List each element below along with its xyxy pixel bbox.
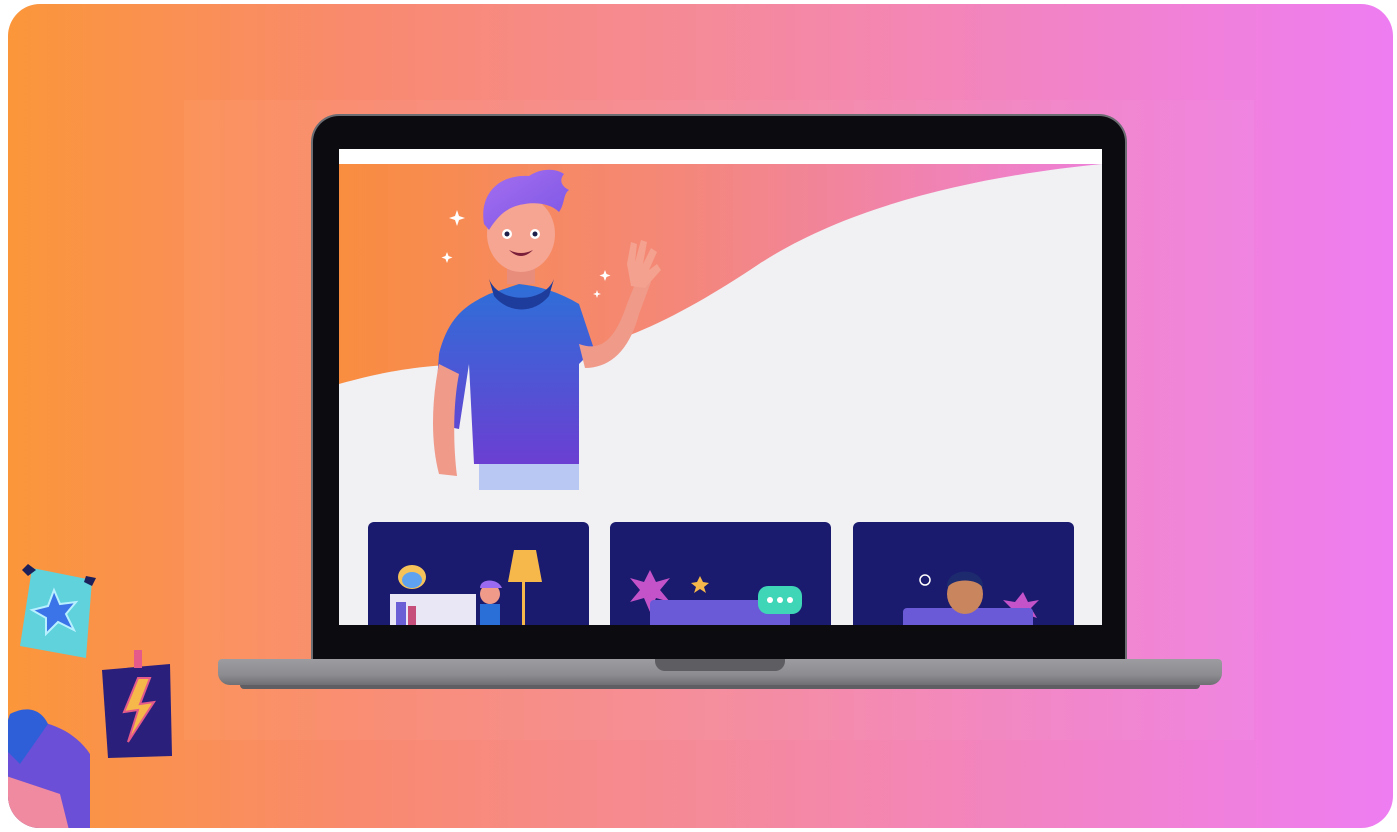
card-laptop-chat[interactable]: [610, 522, 831, 625]
character-partial-illustration: [8, 709, 90, 828]
lightning-sticker-icon: [102, 650, 172, 758]
hero-illustration: [339, 164, 1102, 490]
home-office-character-illustration: [390, 550, 542, 625]
background-frame: [8, 4, 1393, 828]
laptop-screen: [339, 149, 1102, 625]
card-character-laptop[interactable]: [853, 522, 1074, 625]
character-with-laptop-illustration: [903, 571, 1039, 625]
laptop-notch: [655, 659, 785, 671]
browser-top-bar: [339, 149, 1102, 164]
star-sticker-icon: [20, 564, 96, 658]
laptop-chat-illustration: [630, 570, 802, 625]
card-home-office[interactable]: [368, 522, 589, 625]
laptop-lid: [313, 116, 1125, 664]
laptop-base: [218, 659, 1222, 685]
laptop-base-shadow: [240, 685, 1200, 689]
